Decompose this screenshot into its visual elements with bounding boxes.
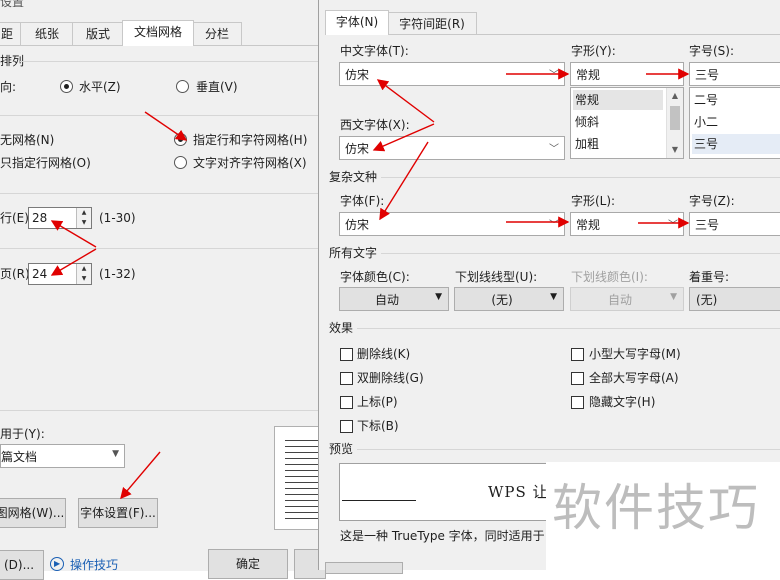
arrow-to-chars-value (50, 220, 97, 248)
arrow-to-chinese-font (376, 79, 435, 123)
arrow-to-lines-value (50, 248, 97, 276)
arrow-to-complex-font (379, 141, 429, 221)
tab-document-grid[interactable]: 文档网格 (122, 20, 194, 46)
annotation-arrows (50, 68, 690, 500)
tab-font[interactable]: 字体(N) (325, 10, 389, 35)
arrow-to-grid-option (144, 111, 188, 141)
arrow-to-font-settings (120, 451, 161, 500)
